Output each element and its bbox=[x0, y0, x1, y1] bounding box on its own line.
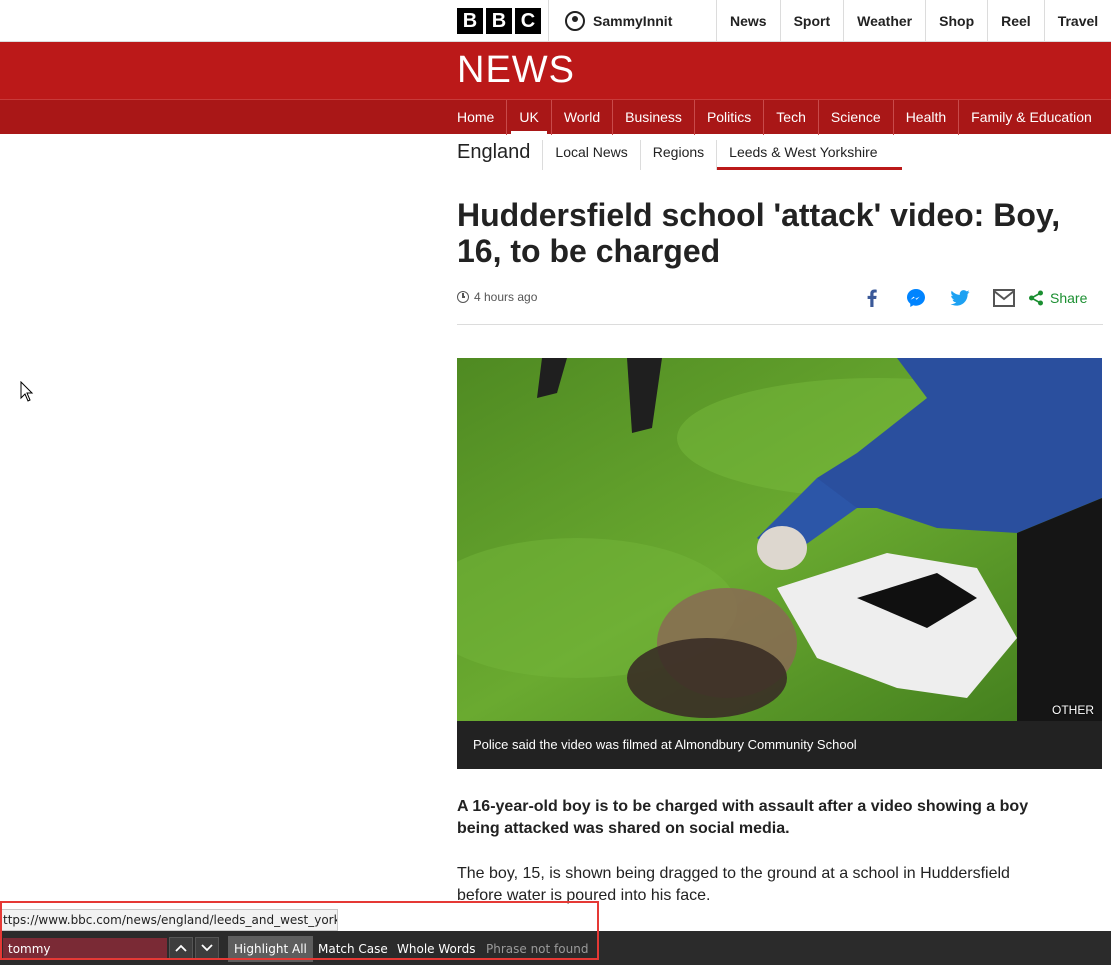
top-nav-reel[interactable]: Reel bbox=[987, 0, 1044, 42]
nav-family-education[interactable]: Family & Education bbox=[958, 100, 1104, 135]
bbc-logo-letter: C bbox=[515, 8, 541, 34]
nav-health[interactable]: Health bbox=[892, 100, 958, 135]
section-title[interactable]: England bbox=[457, 140, 542, 164]
highlight-all-toggle[interactable]: Highlight All bbox=[228, 936, 313, 962]
mouse-cursor-icon bbox=[20, 381, 34, 402]
account-name: SammyInnit bbox=[593, 13, 673, 29]
share-tools: Share bbox=[850, 286, 1087, 310]
nav-tech[interactable]: Tech bbox=[763, 100, 818, 135]
user-icon bbox=[565, 11, 585, 31]
facebook-icon[interactable] bbox=[850, 286, 894, 310]
subnav-regions[interactable]: Regions bbox=[639, 140, 716, 170]
secondary-nav: England Local News Regions Leeds & West … bbox=[457, 140, 902, 170]
nav-world[interactable]: World bbox=[550, 100, 612, 135]
article-headline: Huddersfield school 'attack' video: Boy,… bbox=[457, 197, 1061, 269]
article-meta: 4 hours ago bbox=[457, 290, 537, 304]
bbc-logo[interactable]: B B C bbox=[457, 8, 541, 34]
nav-home[interactable]: Home bbox=[457, 100, 506, 135]
share-button[interactable]: Share bbox=[1028, 290, 1087, 306]
messenger-icon[interactable] bbox=[894, 286, 938, 310]
news-wordmark[interactable]: NEWS bbox=[457, 50, 575, 90]
top-nav-weather[interactable]: Weather bbox=[843, 0, 925, 42]
find-bar: tommy Highlight All Match Case Whole Wor… bbox=[0, 931, 1111, 965]
match-case-toggle[interactable]: Match Case bbox=[312, 936, 394, 962]
chevron-down-icon bbox=[201, 944, 213, 952]
bbc-top-bar: B B C SammyInnit News Sport Weather Shop… bbox=[0, 0, 1111, 42]
subnav-local-news[interactable]: Local News bbox=[542, 140, 639, 170]
divider bbox=[457, 324, 1103, 325]
article-lead: A 16-year-old boy is to be charged with … bbox=[457, 798, 1029, 837]
top-nav-sport[interactable]: Sport bbox=[779, 0, 844, 42]
bbc-logo-letter: B bbox=[457, 8, 483, 34]
video-still-illustration bbox=[457, 358, 1102, 721]
nav-science[interactable]: Science bbox=[817, 100, 893, 135]
bbc-logo-letter: B bbox=[486, 8, 512, 34]
article-image: OTHER bbox=[457, 358, 1102, 721]
account-link[interactable]: SammyInnit bbox=[548, 0, 716, 42]
top-nav-news[interactable]: News bbox=[716, 0, 780, 42]
share-label: Share bbox=[1050, 290, 1088, 306]
find-previous-button[interactable] bbox=[169, 937, 193, 959]
news-banner: NEWS bbox=[0, 42, 1111, 99]
status-url-bar: ttps://www.bbc.com/news/england/leeds_an… bbox=[0, 909, 338, 931]
whole-words-toggle[interactable]: Whole Words bbox=[391, 936, 481, 962]
find-next-button[interactable] bbox=[195, 937, 219, 959]
article-timestamp: 4 hours ago bbox=[474, 290, 538, 304]
find-input[interactable]: tommy bbox=[3, 938, 167, 960]
subnav-leeds-west-yorkshire[interactable]: Leeds & West Yorkshire bbox=[716, 140, 902, 170]
share-icon bbox=[1029, 290, 1043, 306]
nav-uk[interactable]: UK bbox=[506, 100, 550, 135]
top-nav-shop[interactable]: Shop bbox=[925, 0, 987, 42]
clock-icon bbox=[457, 291, 469, 303]
email-icon[interactable] bbox=[982, 286, 1026, 310]
image-caption: Police said the video was filmed at Almo… bbox=[457, 721, 1102, 769]
image-credit: OTHER bbox=[1052, 703, 1094, 717]
article-paragraph: The boy, 15, is shown being dragged to t… bbox=[457, 865, 1010, 904]
twitter-icon[interactable] bbox=[938, 286, 982, 310]
top-nav: News Sport Weather Shop Reel Travel M bbox=[716, 0, 1111, 42]
find-status: Phrase not found bbox=[486, 942, 589, 956]
nav-politics[interactable]: Politics bbox=[693, 100, 763, 135]
chevron-up-icon bbox=[175, 944, 187, 952]
top-nav-travel[interactable]: Travel bbox=[1043, 0, 1111, 42]
nav-business[interactable]: Business bbox=[612, 100, 694, 135]
main-nav: Home UK World Business Politics Tech Sci… bbox=[457, 100, 1104, 135]
news-main-nav-bar: Home UK World Business Politics Tech Sci… bbox=[0, 99, 1111, 135]
